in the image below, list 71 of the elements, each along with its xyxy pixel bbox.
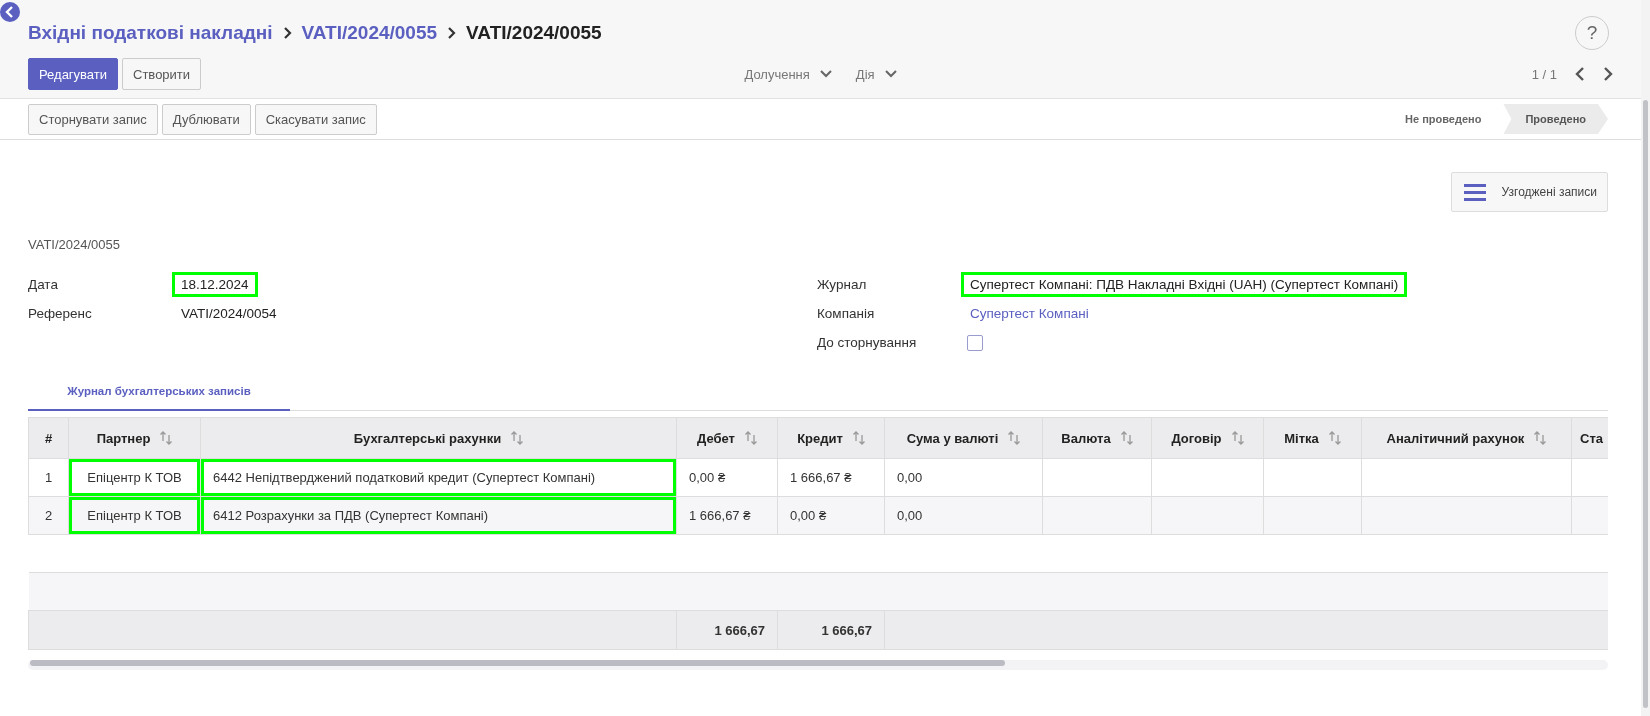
field-value: VATI/2024/0054 xyxy=(180,305,278,323)
field-label: До сторнування xyxy=(817,335,918,350)
chevron-right-icon xyxy=(447,27,457,39)
sort-icon xyxy=(511,430,524,445)
sort-icon xyxy=(1328,430,1341,445)
field-value: Супертест Компані: ПДВ Накладні Вхідні (UAH) (Супертест Компані) xyxy=(961,272,1408,297)
list-icon xyxy=(1463,183,1486,201)
action-button[interactable]: Скасувати запис xyxy=(254,103,377,135)
chevron-left-icon[interactable] xyxy=(1575,67,1585,81)
table-cell: 6442 Непідтверджений податковий кредит (Супертест Компані) xyxy=(200,458,677,497)
chevron-right-icon[interactable] xyxy=(1603,67,1613,81)
table-cell: Епіцентр К ТОВ xyxy=(68,496,201,535)
dropdown-menu[interactable]: Дія xyxy=(855,66,897,82)
chevron-down-icon xyxy=(884,70,897,78)
help-button[interactable]: ? xyxy=(1575,16,1609,50)
column-header[interactable]: Валюта xyxy=(1042,417,1152,459)
reconciled-entries-button[interactable]: Узгоджені записи xyxy=(1450,172,1608,212)
column-header[interactable]: Сума у валюті xyxy=(884,417,1043,459)
table-cell: 1 666,67 ₴ xyxy=(777,458,885,497)
record-name: VATI/2024/0055 xyxy=(28,237,122,252)
status-stage[interactable]: Не проведено xyxy=(1393,104,1504,134)
breadcrumb: VATI/2024/0055 xyxy=(466,22,602,44)
table-cell: 0,00 ₴ xyxy=(676,458,778,497)
sort-icon xyxy=(1008,430,1021,445)
action-button[interactable]: Дублювати xyxy=(161,103,251,135)
field-label: Референс xyxy=(28,306,93,321)
table-cell: 1 666,67 ₴ xyxy=(676,496,778,535)
column-header[interactable]: Партнер xyxy=(68,417,201,459)
column-header[interactable]: # xyxy=(28,417,69,459)
sort-icon xyxy=(852,430,865,445)
chevron-right-icon xyxy=(282,27,292,39)
field-label: Журнал xyxy=(817,277,868,292)
horizontal-scrollbar[interactable] xyxy=(28,660,1608,670)
sort-icon xyxy=(1534,430,1547,445)
action-button[interactable]: Сторнувати запис xyxy=(28,103,158,135)
table-cell: 0,00 ₴ xyxy=(777,496,885,535)
breadcrumb[interactable]: VATI/2024/0055 xyxy=(301,22,438,44)
column-header[interactable]: Ста xyxy=(1571,417,1608,459)
credit-total: 1 666,67 xyxy=(777,610,885,650)
column-header[interactable]: Кредит xyxy=(777,417,885,459)
field-label: Компанія xyxy=(817,306,876,321)
table-cell: 0,00 xyxy=(884,458,1043,497)
tab[interactable]: Журнал бухгалтерських записів xyxy=(28,375,290,411)
dropdown-menu[interactable]: Долучення xyxy=(744,66,832,82)
field-label: Дата xyxy=(28,277,59,292)
breadcrumb[interactable]: Вхідні податкові накладні xyxy=(28,22,273,44)
chevron-down-icon xyxy=(819,70,832,78)
checkbox[interactable] xyxy=(967,334,983,351)
sort-icon xyxy=(1120,430,1133,445)
company-link[interactable]: Супертест Компані xyxy=(961,301,1098,326)
create-button[interactable]: Створити xyxy=(122,58,202,90)
sort-icon xyxy=(744,430,757,445)
table-cell: 6412 Розрахунки за ПДВ (Супертест Компані) xyxy=(200,496,677,535)
edit-button[interactable]: Редагувати xyxy=(28,58,119,90)
sort-icon xyxy=(160,430,173,445)
table-cell: Епіцентр К ТОВ xyxy=(68,458,201,497)
table-cell: 0,00 xyxy=(884,496,1043,535)
field-value: 18.12.2024 xyxy=(172,272,258,297)
debit-total: 1 666,67 xyxy=(676,610,778,650)
table-cell: 2 xyxy=(28,496,69,535)
pager-counter: 1 / 1 xyxy=(1531,66,1557,82)
table-cell: 1 xyxy=(28,458,69,497)
column-header[interactable]: Договір xyxy=(1151,417,1264,459)
column-header[interactable]: Бухгалтерські рахунки xyxy=(200,417,677,459)
status-stage[interactable]: Проведено xyxy=(1503,104,1608,134)
vertical-scrollbar[interactable] xyxy=(1641,0,1650,716)
column-header[interactable]: Аналітичний рахунок xyxy=(1361,417,1572,459)
back-icon[interactable] xyxy=(0,2,20,22)
column-header[interactable]: Мітка xyxy=(1263,417,1362,459)
column-header[interactable]: Дебет xyxy=(676,417,778,459)
sort-icon xyxy=(1231,430,1244,445)
